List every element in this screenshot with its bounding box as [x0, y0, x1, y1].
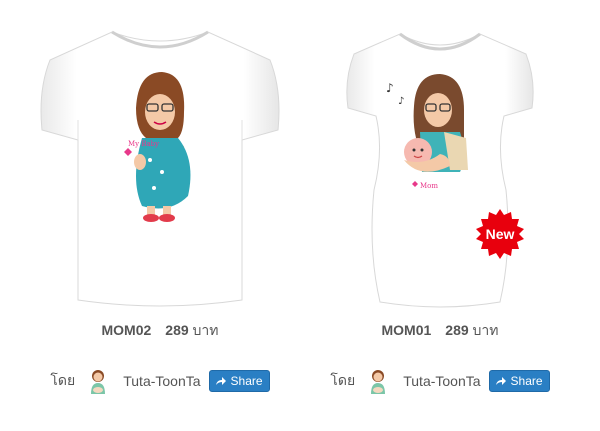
share-button[interactable]: Share	[488, 370, 550, 392]
svg-text:My Baby: My Baby	[128, 140, 159, 148]
product-price: 289	[445, 322, 469, 338]
share-arrow-icon	[495, 377, 506, 385]
product-price: 289	[165, 322, 189, 338]
product-currency: บาท	[192, 322, 219, 338]
tshirt-image[interactable]: My Baby	[20, 20, 300, 310]
product-currency: บาท	[472, 322, 499, 338]
share-label: Share	[510, 374, 543, 388]
author-avatar[interactable]	[365, 366, 391, 396]
new-badge: New	[474, 208, 526, 260]
share-button[interactable]: Share	[208, 370, 270, 392]
svg-text:♪: ♪	[386, 81, 394, 95]
by-label: โดย	[50, 372, 76, 388]
svg-text:Mom: Mom	[420, 182, 438, 190]
product-card-mom01[interactable]: ♪ ♪ Mom New MOM01 289 บาท โดย Tuta-ToonT…	[300, 0, 580, 431]
author-row: โดย Tuta-ToonTa Share	[300, 366, 580, 396]
product-title[interactable]: MOM01 289 บาท	[300, 320, 580, 342]
author-name[interactable]: Tuta-ToonTa	[403, 373, 480, 389]
share-label: Share	[230, 374, 263, 388]
tshirt-image[interactable]: ♪ ♪ Mom New	[300, 20, 580, 310]
share-arrow-icon	[215, 377, 226, 385]
product-code: MOM01	[381, 322, 432, 338]
author-avatar[interactable]	[85, 366, 111, 396]
svg-text:♪: ♪	[398, 96, 404, 107]
product-card-mom02[interactable]: My Baby MOM02 289 บาท โดย Tuta-ToonTa Sha…	[20, 0, 300, 431]
product-title[interactable]: MOM02 289 บาท	[20, 320, 300, 342]
product-code: MOM02	[101, 322, 152, 338]
author-row: โดย Tuta-ToonTa Share	[20, 366, 300, 396]
new-badge-label: New	[485, 226, 515, 242]
by-label: โดย	[330, 372, 356, 388]
author-name[interactable]: Tuta-ToonTa	[123, 373, 200, 389]
